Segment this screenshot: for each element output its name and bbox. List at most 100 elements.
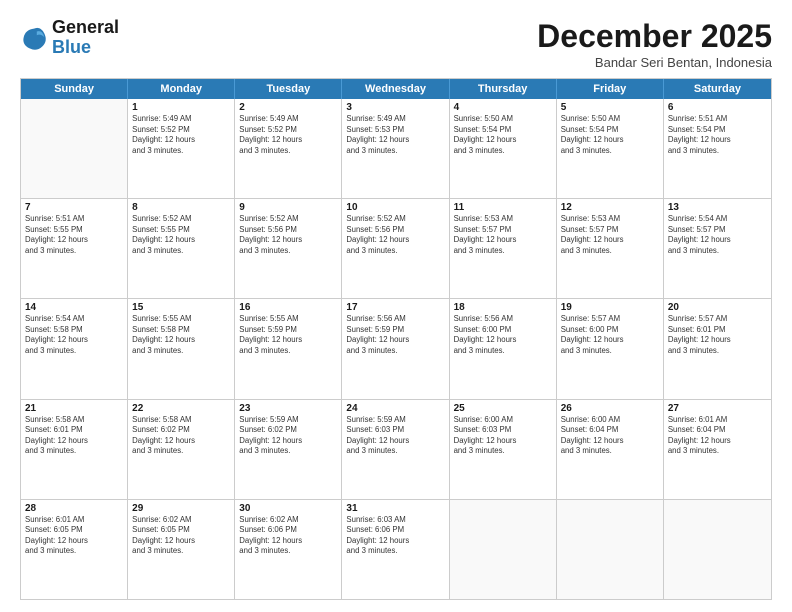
cell-date: 3 — [346, 102, 444, 113]
cell-date: 13 — [668, 202, 767, 213]
cell-info: Sunrise: 5:59 AM Sunset: 6:02 PM Dayligh… — [239, 415, 337, 457]
cell-date: 4 — [454, 102, 552, 113]
cell-date: 20 — [668, 302, 767, 313]
calendar-cell — [21, 99, 128, 198]
calendar-cell: 8Sunrise: 5:52 AM Sunset: 5:55 PM Daylig… — [128, 199, 235, 298]
calendar-cell: 23Sunrise: 5:59 AM Sunset: 6:02 PM Dayli… — [235, 400, 342, 499]
logo-text: General Blue — [52, 18, 119, 58]
calendar-cell: 12Sunrise: 5:53 AM Sunset: 5:57 PM Dayli… — [557, 199, 664, 298]
calendar-cell: 31Sunrise: 6:03 AM Sunset: 6:06 PM Dayli… — [342, 500, 449, 599]
cell-date: 27 — [668, 403, 767, 414]
cell-info: Sunrise: 5:49 AM Sunset: 5:53 PM Dayligh… — [346, 114, 444, 156]
cell-info: Sunrise: 5:56 AM Sunset: 5:59 PM Dayligh… — [346, 314, 444, 356]
cell-info: Sunrise: 5:59 AM Sunset: 6:03 PM Dayligh… — [346, 415, 444, 457]
cell-date: 23 — [239, 403, 337, 414]
cell-date: 21 — [25, 403, 123, 414]
cell-info: Sunrise: 6:00 AM Sunset: 6:04 PM Dayligh… — [561, 415, 659, 457]
cell-info: Sunrise: 6:00 AM Sunset: 6:03 PM Dayligh… — [454, 415, 552, 457]
calendar-cell: 9Sunrise: 5:52 AM Sunset: 5:56 PM Daylig… — [235, 199, 342, 298]
cell-date: 18 — [454, 302, 552, 313]
calendar-cell: 30Sunrise: 6:02 AM Sunset: 6:06 PM Dayli… — [235, 500, 342, 599]
cell-date: 19 — [561, 302, 659, 313]
calendar-row-3: 21Sunrise: 5:58 AM Sunset: 6:01 PM Dayli… — [21, 400, 771, 500]
cell-info: Sunrise: 5:50 AM Sunset: 5:54 PM Dayligh… — [454, 114, 552, 156]
header-day-thursday: Thursday — [450, 79, 557, 99]
page: General Blue December 2025 Bandar Seri B… — [0, 0, 792, 612]
header-day-monday: Monday — [128, 79, 235, 99]
cell-info: Sunrise: 5:54 AM Sunset: 5:57 PM Dayligh… — [668, 214, 767, 256]
cell-date: 25 — [454, 403, 552, 414]
header: General Blue December 2025 Bandar Seri B… — [20, 18, 772, 70]
cell-info: Sunrise: 6:01 AM Sunset: 6:04 PM Dayligh… — [668, 415, 767, 457]
calendar-cell: 17Sunrise: 5:56 AM Sunset: 5:59 PM Dayli… — [342, 299, 449, 398]
calendar-cell: 29Sunrise: 6:02 AM Sunset: 6:05 PM Dayli… — [128, 500, 235, 599]
calendar-cell — [664, 500, 771, 599]
location-subtitle: Bandar Seri Bentan, Indonesia — [537, 55, 772, 70]
calendar-cell: 1Sunrise: 5:49 AM Sunset: 5:52 PM Daylig… — [128, 99, 235, 198]
cell-date: 22 — [132, 403, 230, 414]
calendar: SundayMondayTuesdayWednesdayThursdayFrid… — [20, 78, 772, 600]
calendar-cell: 14Sunrise: 5:54 AM Sunset: 5:58 PM Dayli… — [21, 299, 128, 398]
cell-info: Sunrise: 5:51 AM Sunset: 5:55 PM Dayligh… — [25, 214, 123, 256]
calendar-cell: 10Sunrise: 5:52 AM Sunset: 5:56 PM Dayli… — [342, 199, 449, 298]
calendar-cell: 27Sunrise: 6:01 AM Sunset: 6:04 PM Dayli… — [664, 400, 771, 499]
cell-info: Sunrise: 5:55 AM Sunset: 5:59 PM Dayligh… — [239, 314, 337, 356]
cell-info: Sunrise: 5:54 AM Sunset: 5:58 PM Dayligh… — [25, 314, 123, 356]
cell-info: Sunrise: 5:52 AM Sunset: 5:56 PM Dayligh… — [346, 214, 444, 256]
calendar-cell: 26Sunrise: 6:00 AM Sunset: 6:04 PM Dayli… — [557, 400, 664, 499]
calendar-cell: 7Sunrise: 5:51 AM Sunset: 5:55 PM Daylig… — [21, 199, 128, 298]
logo: General Blue — [20, 18, 119, 58]
calendar-cell — [450, 500, 557, 599]
header-day-friday: Friday — [557, 79, 664, 99]
calendar-cell: 25Sunrise: 6:00 AM Sunset: 6:03 PM Dayli… — [450, 400, 557, 499]
calendar-cell: 18Sunrise: 5:56 AM Sunset: 6:00 PM Dayli… — [450, 299, 557, 398]
cell-date: 29 — [132, 503, 230, 514]
month-title: December 2025 — [537, 18, 772, 55]
calendar-cell: 2Sunrise: 5:49 AM Sunset: 5:52 PM Daylig… — [235, 99, 342, 198]
calendar-cell: 28Sunrise: 6:01 AM Sunset: 6:05 PM Dayli… — [21, 500, 128, 599]
calendar-row-0: 1Sunrise: 5:49 AM Sunset: 5:52 PM Daylig… — [21, 99, 771, 199]
cell-info: Sunrise: 5:56 AM Sunset: 6:00 PM Dayligh… — [454, 314, 552, 356]
cell-date: 6 — [668, 102, 767, 113]
cell-date: 1 — [132, 102, 230, 113]
cell-info: Sunrise: 5:50 AM Sunset: 5:54 PM Dayligh… — [561, 114, 659, 156]
cell-date: 5 — [561, 102, 659, 113]
cell-info: Sunrise: 5:58 AM Sunset: 6:02 PM Dayligh… — [132, 415, 230, 457]
calendar-cell: 16Sunrise: 5:55 AM Sunset: 5:59 PM Dayli… — [235, 299, 342, 398]
header-day-sunday: Sunday — [21, 79, 128, 99]
logo-icon — [20, 24, 48, 52]
calendar-cell: 13Sunrise: 5:54 AM Sunset: 5:57 PM Dayli… — [664, 199, 771, 298]
calendar-cell: 6Sunrise: 5:51 AM Sunset: 5:54 PM Daylig… — [664, 99, 771, 198]
cell-date: 2 — [239, 102, 337, 113]
calendar-cell: 5Sunrise: 5:50 AM Sunset: 5:54 PM Daylig… — [557, 99, 664, 198]
calendar-cell: 4Sunrise: 5:50 AM Sunset: 5:54 PM Daylig… — [450, 99, 557, 198]
cell-date: 8 — [132, 202, 230, 213]
cell-date: 17 — [346, 302, 444, 313]
cell-date: 26 — [561, 403, 659, 414]
calendar-cell: 3Sunrise: 5:49 AM Sunset: 5:53 PM Daylig… — [342, 99, 449, 198]
cell-date: 9 — [239, 202, 337, 213]
cell-date: 31 — [346, 503, 444, 514]
cell-info: Sunrise: 6:01 AM Sunset: 6:05 PM Dayligh… — [25, 515, 123, 557]
cell-date: 30 — [239, 503, 337, 514]
cell-date: 12 — [561, 202, 659, 213]
header-day-wednesday: Wednesday — [342, 79, 449, 99]
cell-info: Sunrise: 6:02 AM Sunset: 6:06 PM Dayligh… — [239, 515, 337, 557]
calendar-body: 1Sunrise: 5:49 AM Sunset: 5:52 PM Daylig… — [21, 99, 771, 599]
cell-info: Sunrise: 5:52 AM Sunset: 5:56 PM Dayligh… — [239, 214, 337, 256]
cell-info: Sunrise: 5:58 AM Sunset: 6:01 PM Dayligh… — [25, 415, 123, 457]
cell-date: 16 — [239, 302, 337, 313]
calendar-cell: 20Sunrise: 5:57 AM Sunset: 6:01 PM Dayli… — [664, 299, 771, 398]
calendar-cell — [557, 500, 664, 599]
cell-info: Sunrise: 5:55 AM Sunset: 5:58 PM Dayligh… — [132, 314, 230, 356]
cell-info: Sunrise: 5:53 AM Sunset: 5:57 PM Dayligh… — [561, 214, 659, 256]
header-day-saturday: Saturday — [664, 79, 771, 99]
calendar-row-2: 14Sunrise: 5:54 AM Sunset: 5:58 PM Dayli… — [21, 299, 771, 399]
cell-date: 28 — [25, 503, 123, 514]
cell-date: 14 — [25, 302, 123, 313]
calendar-cell: 21Sunrise: 5:58 AM Sunset: 6:01 PM Dayli… — [21, 400, 128, 499]
cell-date: 11 — [454, 202, 552, 213]
calendar-cell: 24Sunrise: 5:59 AM Sunset: 6:03 PM Dayli… — [342, 400, 449, 499]
cell-date: 15 — [132, 302, 230, 313]
cell-date: 10 — [346, 202, 444, 213]
